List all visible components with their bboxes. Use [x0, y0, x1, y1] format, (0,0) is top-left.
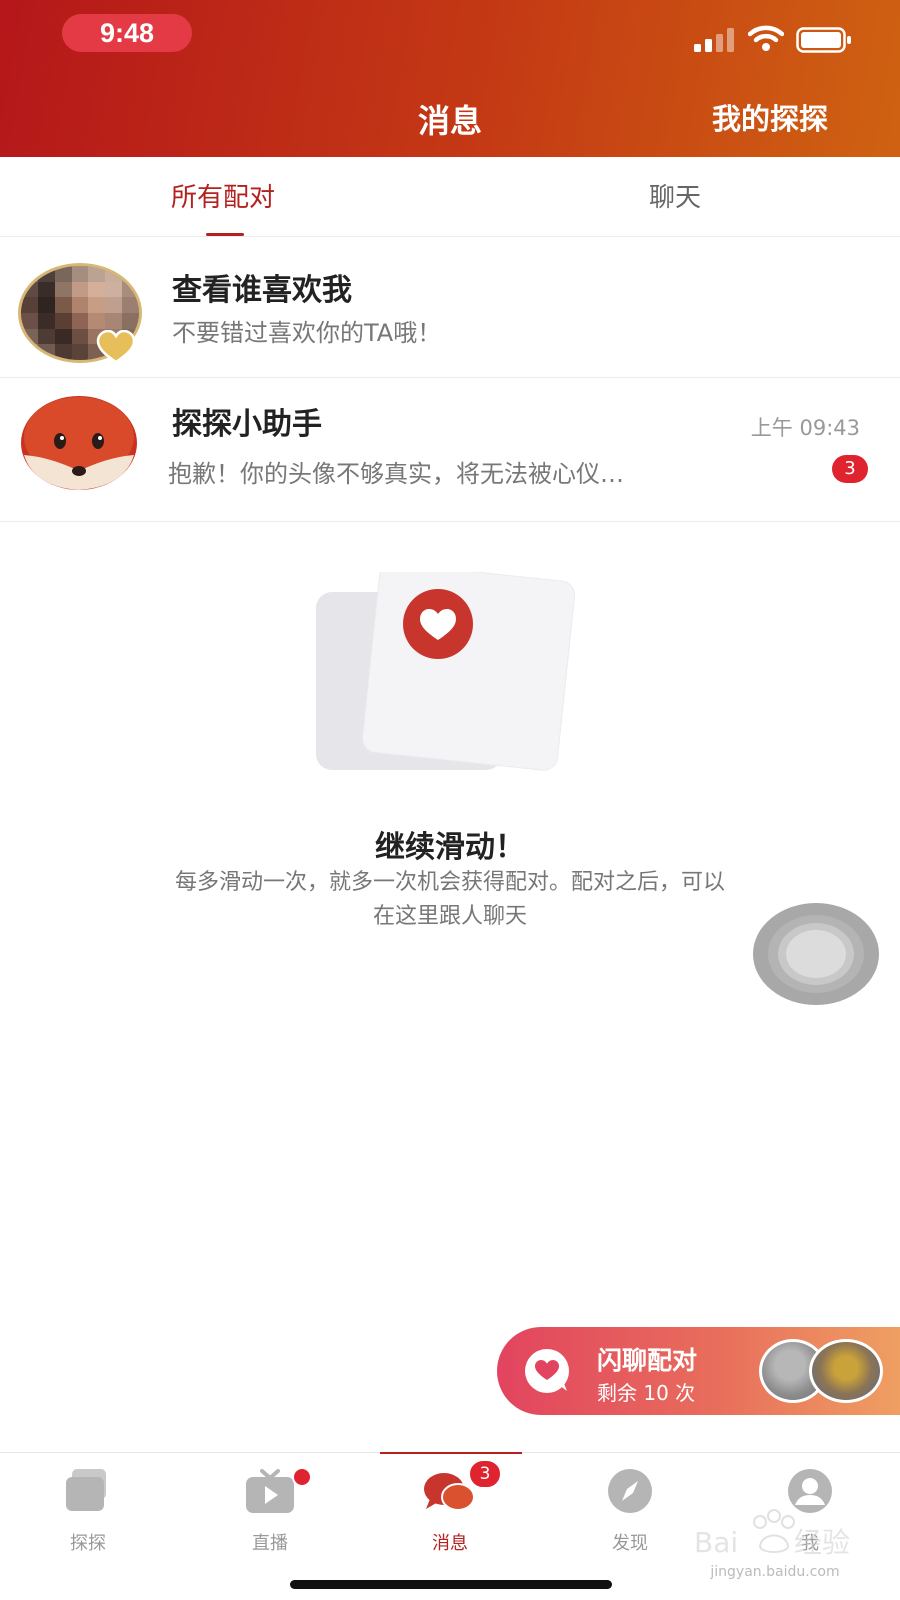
unread-count-badge: 3	[832, 455, 868, 483]
status-time: 9:48	[62, 14, 192, 52]
row-subtitle: 不要错过喜欢你的TA哦！	[172, 319, 442, 347]
tab-chat[interactable]: 聊天	[610, 177, 740, 214]
compass-icon	[608, 1469, 652, 1513]
nav-label: 消息	[432, 1533, 468, 1554]
empty-state-description: 每多滑动一次，就多一次机会获得配对。配对之后，可以 在这里跟人聊天	[80, 866, 820, 934]
watermark-url: jingyan.baidu.com	[710, 1564, 840, 1580]
nav-item-tantan[interactable]: 探探	[28, 1467, 148, 1567]
battery-icon	[796, 27, 851, 53]
empty-state-title: 继续滑动！	[375, 830, 525, 865]
new-content-dot	[292, 1467, 312, 1487]
list-item-assistant[interactable]: 探探小助手 上午 09:43 抱歉！你的头像不够真实，将无法被心仪… 3	[0, 379, 900, 522]
gold-heart-icon	[96, 330, 136, 364]
nav-label: 直播	[252, 1533, 288, 1554]
svg-text:经验: 经验	[794, 1526, 850, 1559]
nav-label: 探探	[70, 1533, 106, 1554]
match-cards-illustration	[316, 572, 576, 771]
tv-icon	[246, 1469, 294, 1513]
nav-item-discover[interactable]: 发现	[570, 1467, 690, 1567]
header-bar: 9:48 消息 我的探探	[0, 0, 900, 157]
cellular-signal-icon	[694, 28, 734, 52]
flash-match-button[interactable]: 闪聊配对 剩余 10 次	[497, 1327, 900, 1415]
avatar	[809, 1339, 883, 1403]
page-title: 消息	[417, 102, 482, 140]
my-tantan-button[interactable]: 我的探探	[690, 96, 850, 138]
tab-bar: 所有配对 聊天	[0, 157, 900, 237]
message-timestamp: 上午 09:43	[750, 416, 860, 440]
active-tab-indicator	[206, 233, 244, 236]
nav-item-live[interactable]: 直播	[210, 1467, 330, 1567]
wifi-icon	[748, 25, 784, 51]
flash-match-title: 闪聊配对	[597, 1346, 698, 1375]
row-title: 查看谁喜欢我	[172, 273, 352, 308]
active-nav-indicator	[380, 1452, 522, 1454]
cards-icon	[66, 1469, 106, 1511]
home-indicator	[290, 1580, 612, 1589]
nav-label: 发现	[612, 1533, 648, 1554]
messages-count-badge: 3	[468, 1459, 502, 1489]
row-title: 探探小助手	[172, 407, 322, 442]
list-item-who-likes-me[interactable]: 查看谁喜欢我 不要错过喜欢你的TA哦！	[0, 238, 900, 378]
svg-text:Bai: Bai	[694, 1526, 738, 1559]
empty-desc-line1: 每多滑动一次，就多一次机会获得配对。配对之后，可以	[174, 870, 725, 895]
chat-heart-icon	[525, 1349, 569, 1393]
nav-item-messages[interactable]: 3 消息	[390, 1459, 510, 1567]
flash-match-remaining: 剩余 10 次	[597, 1381, 696, 1405]
row-subtitle: 抱歉！你的头像不够真实，将无法被心仪…	[168, 460, 624, 488]
tab-all-matches[interactable]: 所有配对	[150, 177, 296, 214]
fox-mascot-icon	[21, 396, 137, 490]
assistive-touch-button[interactable]	[752, 902, 880, 1006]
empty-desc-line2: 在这里跟人聊天	[372, 904, 527, 929]
